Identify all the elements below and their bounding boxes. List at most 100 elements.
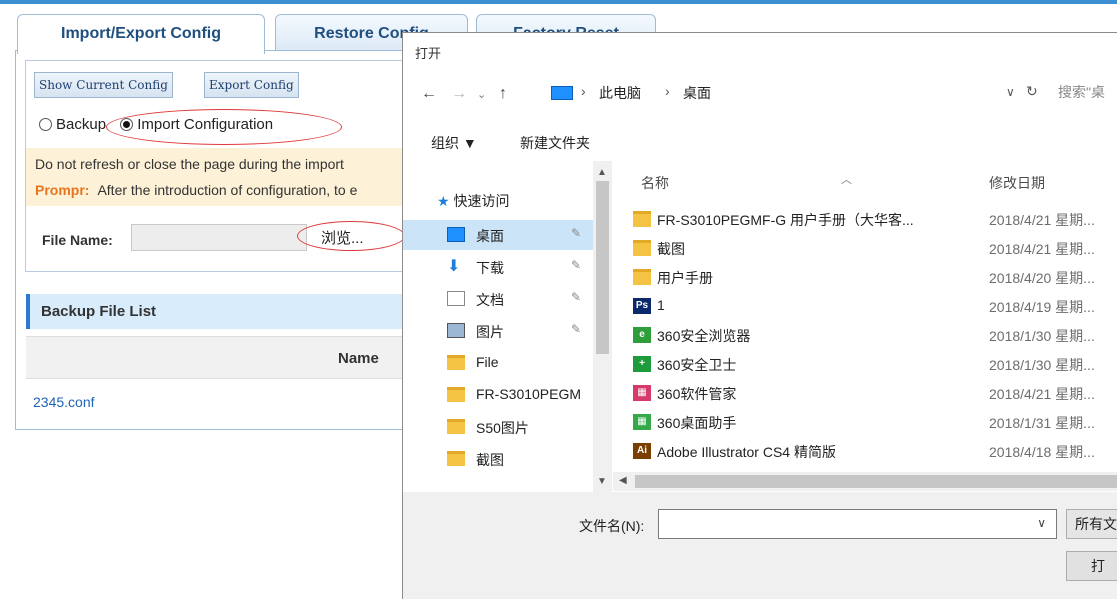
nav-item-label: 文档 <box>476 292 504 308</box>
quick-access-item[interactable]: ★ 快速访问 <box>437 191 509 211</box>
file-name-field[interactable] <box>131 224 307 251</box>
dialog-title: 打开 <box>415 46 442 61</box>
chevron-down-icon[interactable]: ∨ <box>1037 516 1046 530</box>
backup-file-link[interactable]: 2345.conf <box>33 394 95 410</box>
file-row[interactable]: Ps 1 2018/4/19 星期... <box>615 292 1117 321</box>
file-list-hscrollbar[interactable]: ◀ <box>613 472 1117 491</box>
desktop-icon <box>447 227 465 242</box>
file-name: 360安全卫士 <box>657 357 737 373</box>
nav-item-label: 下载 <box>476 260 504 276</box>
360-security-icon: + <box>633 356 651 372</box>
file-row[interactable]: 用户手册 2018/4/20 星期... <box>615 263 1117 292</box>
nav-pane-scrollbar[interactable]: ▲ ▼ <box>593 161 612 492</box>
file-row[interactable]: e 360安全浏览器 2018/1/30 星期... <box>615 321 1117 350</box>
name-column-header[interactable]: 名称 ︿ <box>641 173 852 193</box>
nav-item[interactable]: FR-S3010PEGM <box>403 380 593 410</box>
navigation-pane: ★ 快速访问 桌面 ✎ ⬇ 下载 ✎ 文档 ✎ 图片 ✎ File FR-S3010PEGM S50图… <box>403 161 613 492</box>
download-icon: ⬇ <box>447 258 461 275</box>
date-column-header[interactable]: 修改日期 <box>989 173 1045 193</box>
folder-icon <box>447 355 465 370</box>
file-row[interactable]: ▦ 360软件管家 2018/4/21 星期... <box>615 379 1117 408</box>
top-accent-bar <box>0 0 1117 4</box>
file-name: 360桌面助手 <box>657 415 737 431</box>
open-file-dialog: 打开 ← → ⌄ ↑ › 此电脑 › 桌面 ∨ ↻ 搜索"桌 组织 ▼ 新建文件… <box>402 32 1117 599</box>
pin-icon[interactable]: ✎ <box>571 290 581 304</box>
hscroll-thumb[interactable] <box>635 475 1117 488</box>
recent-locations-icon[interactable]: ⌄ <box>477 88 486 101</box>
forward-arrow-icon[interactable]: → <box>451 85 467 103</box>
360-software-icon: ▦ <box>633 385 651 401</box>
breadcrumb-this-pc[interactable]: 此电脑 <box>599 83 641 103</box>
folder-icon <box>447 419 465 434</box>
file-type-select[interactable]: 所有文 <box>1066 509 1117 539</box>
address-dropdown-icon[interactable]: ∨ <box>1006 85 1015 99</box>
command-bar: 组织 ▼ 新建文件夹 <box>403 125 1117 161</box>
prompt-message: After the introduction of configuration,… <box>97 182 358 198</box>
up-arrow-icon[interactable]: ↑ <box>499 85 507 103</box>
illustrator-icon: Ai <box>633 443 651 459</box>
scroll-left-icon[interactable]: ◀ <box>619 475 627 486</box>
document-icon <box>447 291 465 306</box>
address-bar[interactable]: › 此电脑 › 桌面 ∨ ↻ <box>551 78 1071 108</box>
file-name: 1 <box>657 297 665 313</box>
file-date: 2018/1/30 星期... <box>989 328 1095 344</box>
nav-item[interactable]: ⬇ 下载 ✎ <box>403 252 593 282</box>
file-row[interactable]: +360安全卫士 2018/1/30 星期... <box>615 350 1117 379</box>
breadcrumb-desktop[interactable]: 桌面 <box>683 83 711 103</box>
quick-access-label: 快速访问 <box>453 193 510 209</box>
file-date: 2018/1/31 星期... <box>989 415 1095 431</box>
new-folder-button[interactable]: 新建文件夹 <box>520 133 590 153</box>
import-notice: Do not refresh or close the page during … <box>26 148 424 206</box>
filename-label: 文件名(N): <box>579 518 645 534</box>
filename-input[interactable]: ∨ <box>658 509 1057 539</box>
picture-icon <box>447 323 465 338</box>
backup-radio-label: Backup <box>56 116 107 133</box>
refresh-icon[interactable]: ↻ <box>1026 83 1038 100</box>
search-box[interactable]: 搜索"桌 <box>1058 82 1105 102</box>
scroll-up-icon[interactable]: ▲ <box>597 167 607 178</box>
dialog-footer: 文件名(N): ∨ 所有文 打 <box>403 492 1117 599</box>
file-row[interactable]: FR-S3010PEGMF-G 用户手册（大华客... 2018/4/21 星期.… <box>615 205 1117 234</box>
backup-file-list-header: Backup File List <box>26 294 426 329</box>
file-name: 360安全浏览器 <box>657 328 751 344</box>
nav-item[interactable]: 截图 <box>403 444 593 474</box>
prompt-text: Prompr: After the introduction of configu… <box>35 182 357 198</box>
file-row[interactable]: 截图 2018/4/21 星期... <box>615 234 1117 263</box>
pin-icon[interactable]: ✎ <box>571 322 581 336</box>
backup-radio[interactable] <box>39 118 52 131</box>
scroll-down-icon[interactable]: ▼ <box>597 476 607 487</box>
organize-menu[interactable]: 组织 ▼ <box>431 133 477 153</box>
nav-item-label: 图片 <box>476 324 504 340</box>
nav-item[interactable]: 图片 ✎ <box>403 316 593 346</box>
highlight-ellipse-browse <box>297 221 405 251</box>
nav-item[interactable]: 桌面 ✎ <box>403 220 593 250</box>
nav-item[interactable]: 文档 ✎ <box>403 284 593 314</box>
file-date: 2018/4/21 星期... <box>989 212 1095 228</box>
folder-icon <box>633 211 651 227</box>
open-button[interactable]: 打 <box>1066 551 1117 581</box>
file-date: 2018/4/21 星期... <box>989 241 1095 257</box>
file-row[interactable]: Ai Adobe Illustrator CS4 精简版 2018/4/18 星期.… <box>615 437 1117 466</box>
file-name: 截图 <box>657 241 685 257</box>
back-arrow-icon[interactable]: ← <box>421 85 437 103</box>
export-config-button[interactable]: Export Config <box>204 72 299 98</box>
file-date: 2018/4/19 星期... <box>989 299 1095 315</box>
file-name: 用户手册 <box>657 270 713 286</box>
tab-import-export[interactable]: Import/Export Config <box>17 14 265 54</box>
folder-icon <box>447 451 465 466</box>
360-desktop-icon: ▦ <box>633 414 651 430</box>
config-panel: Show Current Config Export Config Backup… <box>15 50 435 430</box>
360-browser-icon: e <box>633 327 651 343</box>
file-row[interactable]: ▦ 360桌面助手 2018/1/31 星期... <box>615 408 1117 437</box>
nav-item[interactable]: S50图片 <box>403 412 593 442</box>
highlight-ellipse-import <box>106 109 342 145</box>
file-date: 2018/4/21 星期... <box>989 386 1095 402</box>
address-row: ← → ⌄ ↑ › 此电脑 › 桌面 ∨ ↻ 搜索"桌 <box>403 78 1117 110</box>
file-list-pane: 名称 ︿ 修改日期 FR-S3010PEGMF-G 用户手册（大华客... 2018… <box>615 161 1117 492</box>
nav-item-label: FR-S3010PEGM <box>476 386 582 402</box>
show-current-config-button[interactable]: Show Current Config <box>34 72 173 98</box>
nav-item[interactable]: File <box>403 348 593 378</box>
scroll-thumb[interactable] <box>596 181 609 354</box>
pin-icon[interactable]: ✎ <box>571 226 581 240</box>
pin-icon[interactable]: ✎ <box>571 258 581 272</box>
